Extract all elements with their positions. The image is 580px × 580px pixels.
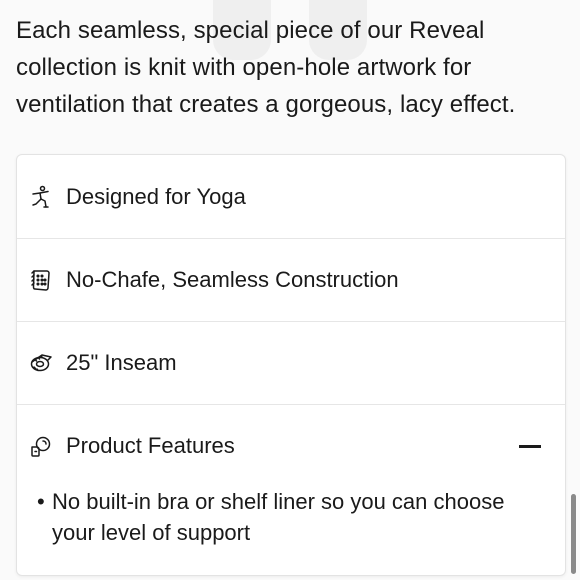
accordion-item-inseam[interactable]: 25" Inseam [17,321,565,405]
product-details-accordion: Designed for Yoga No-Chafe, Seamless Con… [16,154,566,576]
yoga-pose-icon [29,185,53,209]
accordion-item-product-features[interactable]: Product Features [17,404,565,488]
bullet-icon: • [37,489,45,514]
product-description: Each seamless, special piece of our Reve… [16,17,516,118]
accordion-item-label: 25" Inseam [66,349,177,375]
accordion-item-label: Designed for Yoga [66,183,246,209]
accordion-item-no-chafe[interactable]: No-Chafe, Seamless Construction [17,238,565,322]
feature-text: No built-in bra or shelf liner so you ca… [52,489,505,545]
tape-measure-icon [29,351,53,375]
scrollbar-thumb[interactable] [571,494,576,574]
fabric-swatch-icon [29,268,53,292]
product-features-list: • No built-in bra or shelf liner so you … [33,486,543,548]
accordion-item-label: No-Chafe, Seamless Construction [66,266,399,292]
accordion-item-label: Product Features [66,433,235,458]
features-icon [29,434,53,458]
list-item: • No built-in bra or shelf liner so you … [33,486,543,548]
collapse-minus-icon[interactable] [519,445,541,448]
accordion-item-designed-for-yoga[interactable]: Designed for Yoga [17,155,565,239]
